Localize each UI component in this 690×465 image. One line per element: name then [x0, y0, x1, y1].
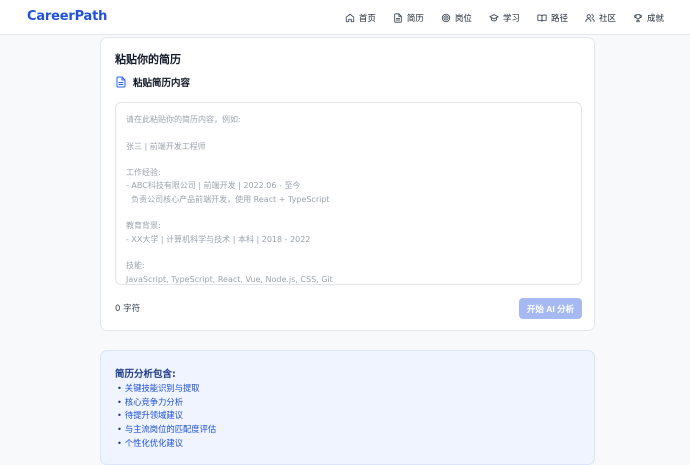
app-logo[interactable]: CareerPath — [27, 9, 107, 24]
nav-item-label: 路径 — [550, 13, 568, 24]
card-title: 粘贴你的简历 — [115, 53, 181, 66]
document-icon — [116, 76, 126, 88]
graduation-cap-icon — [489, 13, 499, 21]
list-item: 核心竞争力分析 — [117, 396, 216, 410]
book-icon — [537, 14, 547, 22]
list-item: 关键技能识别与提取 — [117, 382, 216, 396]
nav-item-learning[interactable]: 学习 — [489, 12, 520, 24]
list-item: 个性化优化建议 — [117, 437, 216, 451]
nav-item-community[interactable]: 社区 — [585, 12, 616, 24]
nav-item-jobs[interactable]: 岗位 — [441, 12, 472, 24]
char-count: 0 字符 — [115, 304, 141, 314]
nav-item-label: 简历 — [406, 13, 424, 24]
nav-item-label: 首页 — [358, 13, 376, 24]
section-subtitle: 粘贴简历内容 — [115, 75, 190, 89]
resume-textarea[interactable]: 请在此粘贴你的简历内容，例如: 张三 | 前端开发工程师 工作经验: - ABC… — [115, 102, 582, 285]
start-ai-analysis-button[interactable]: 开始 AI 分析 — [519, 298, 582, 319]
nav-item-label: 成就 — [646, 13, 664, 24]
target-icon — [441, 13, 451, 22]
home-icon — [345, 13, 355, 22]
analysis-info-box: 简历分析包含: 关键技能识别与提取 核心竞争力分析 待提升领域建议 与主流岗位的… — [100, 350, 595, 465]
nav-item-label: 岗位 — [454, 13, 472, 24]
info-title: 简历分析包含: — [115, 369, 176, 380]
trophy-icon — [634, 13, 642, 22]
list-item: 与主流岗位的匹配度评估 — [117, 423, 216, 437]
list-item: 待提升领域建议 — [117, 409, 216, 423]
nav-item-resume[interactable]: 简历 — [393, 12, 424, 24]
nav-item-achievements[interactable]: 成就 — [633, 12, 664, 24]
file-icon — [394, 12, 402, 23]
subtitle-label: 粘贴简历内容 — [133, 78, 191, 89]
resume-input-card: 粘贴你的简历 粘贴简历内容 请在此粘贴你的简历内容，例如: 张三 | 前端开发工… — [100, 37, 595, 331]
main-nav: 首页 简历 岗位 学习 路径 社区 成就 — [345, 0, 664, 35]
info-list: 关键技能识别与提取 核心竞争力分析 待提升领域建议 与主流岗位的匹配度评估 个性… — [117, 382, 216, 451]
nav-item-path[interactable]: 路径 — [537, 12, 568, 24]
nav-item-home[interactable]: 首页 — [345, 12, 376, 24]
top-navbar: CareerPath 首页 简历 岗位 学习 路径 社区 成就 — [0, 0, 690, 35]
nav-item-label: 社区 — [598, 13, 616, 24]
users-icon — [585, 13, 595, 22]
nav-item-label: 学习 — [502, 13, 520, 24]
